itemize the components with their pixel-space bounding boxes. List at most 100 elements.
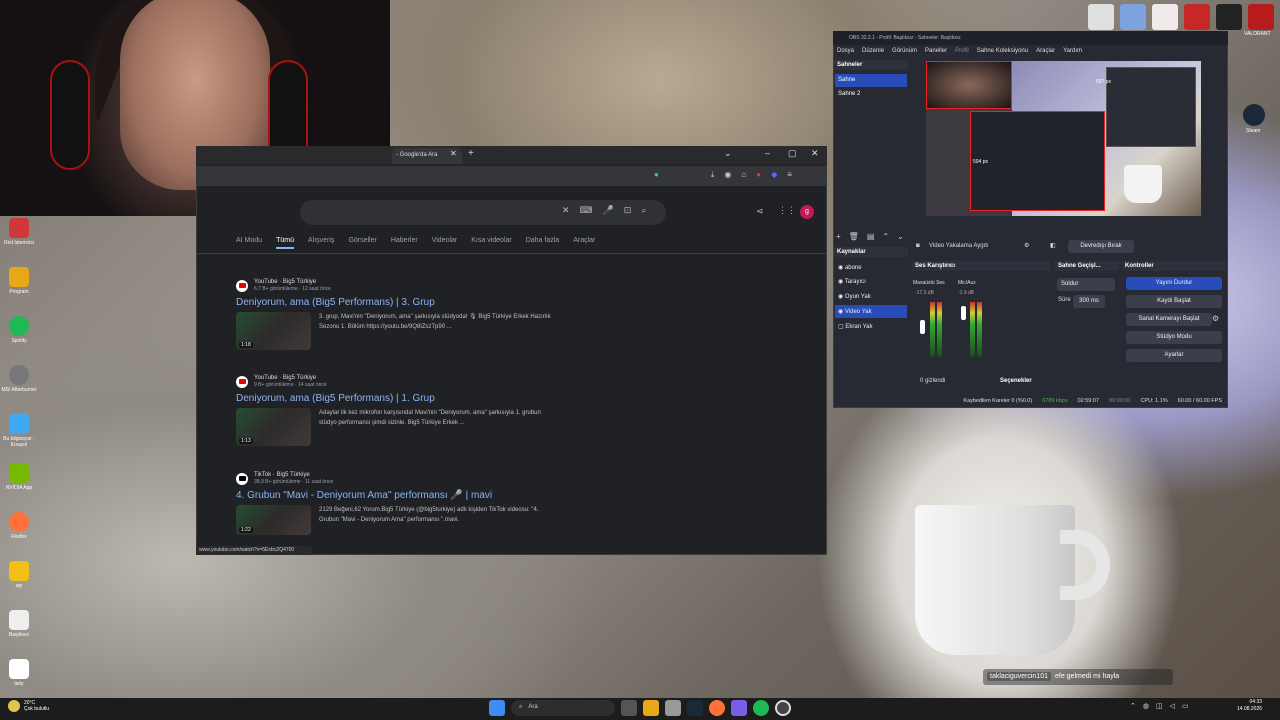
extension-blue-icon[interactable]: ◆ — [771, 170, 777, 180]
lens-icon[interactable]: ⊡ — [624, 205, 632, 216]
game-shortcut-icon[interactable] — [1216, 4, 1242, 30]
anime-app-icon[interactable] — [1152, 4, 1178, 30]
options-dropdown[interactable]: Seçenekler — [1000, 378, 1032, 384]
valorant-icon[interactable]: VALORANT — [1244, 4, 1274, 37]
tab-more[interactable]: Daha fazla — [526, 237, 559, 249]
desktop-icon-this-pc[interactable]: Bu bilgisayar - Kısayol — [0, 412, 38, 461]
transition-select[interactable]: Soldur — [1057, 278, 1115, 291]
extension-icon[interactable]: ● — [654, 170, 659, 180]
tab-videos[interactable]: Videolar — [432, 237, 458, 249]
result-title-link[interactable]: 4. Grubun "Mavi - Deniyorum Ama" perform… — [236, 490, 596, 501]
remove-scene-icon[interactable]: 🗑 — [849, 232, 859, 241]
settings-button[interactable]: Ayarlar — [1126, 349, 1222, 362]
video-thumbnail[interactable]: 1:22 — [236, 505, 311, 535]
keyboard-icon[interactable]: ⌨ — [580, 205, 593, 216]
scene-item[interactable]: Sahne — [835, 74, 907, 87]
tab-images[interactable]: Görseller — [348, 237, 376, 249]
firefox-taskbar-icon[interactable] — [709, 700, 725, 716]
volume-slider[interactable] — [961, 306, 966, 320]
clear-icon[interactable]: ✕ — [562, 205, 570, 216]
desktop-icon-firefox[interactable]: Firefox — [0, 510, 38, 559]
result-title-link[interactable]: Deniyorum, ama (Big5 Performans) | 1. Gr… — [236, 393, 596, 404]
desktop-icon-spotify[interactable]: Spotify — [0, 314, 38, 363]
stop-stream-button[interactable]: Yayını Durdur — [1126, 277, 1222, 290]
tab-ai-mode[interactable]: AI Modu — [236, 237, 262, 249]
search-icon[interactable]: ⌕ — [641, 205, 646, 216]
tab-all[interactable]: Tümü — [276, 237, 294, 249]
add-scene-icon[interactable]: + — [836, 232, 841, 241]
video-thumbnail[interactable]: 1:13 — [236, 408, 311, 446]
desktop-icon-msi[interactable]: MSI Afterburner — [0, 363, 38, 412]
share-icon[interactable]: ⋖ — [756, 206, 764, 217]
obs-taskbar-icon[interactable] — [775, 700, 791, 716]
volume-slider[interactable] — [920, 320, 925, 334]
menu-icon[interactable]: ≡ — [787, 170, 792, 180]
filters-icon[interactable]: ◧ — [1050, 242, 1056, 249]
scene-item[interactable]: Sahne 2 — [835, 88, 907, 101]
tab-close-icon[interactable]: ✕ — [450, 149, 458, 161]
file-explorer-icon[interactable] — [643, 700, 659, 716]
deactivate-button[interactable]: Devredışı Bırak — [1068, 240, 1134, 253]
menu-view[interactable]: Görünüm — [892, 48, 917, 56]
tab-tools[interactable]: Araçlar — [573, 237, 595, 249]
taskbar-clock[interactable]: 04:33 14.08.2026 — [1237, 699, 1262, 713]
source-item[interactable]: ▢ Ekran Yak — [835, 320, 907, 333]
ccleaner-icon[interactable] — [1184, 4, 1210, 30]
source-item[interactable]: ◉ abone — [835, 261, 907, 274]
up-icon[interactable]: ⌃ — [882, 232, 889, 241]
steam-icon[interactable] — [1243, 104, 1265, 126]
taskbar-search[interactable]: ⌕ Ara — [511, 700, 615, 716]
task-view-icon[interactable] — [621, 700, 637, 716]
obs-preview[interactable]: 697 px 504 px — [926, 61, 1201, 216]
profile-avatar[interactable]: g — [800, 205, 814, 219]
desktop-icon-untitled[interactable]: Başlıksız — [0, 608, 38, 657]
start-icon[interactable] — [489, 700, 505, 716]
notepad-icon[interactable] — [665, 700, 681, 716]
network-icon[interactable]: ◫ — [1156, 702, 1163, 710]
maximize-icon[interactable]: ▢ — [788, 148, 797, 159]
skull-app-icon[interactable] — [1088, 4, 1114, 30]
result-title-link[interactable]: Deniyorum, ama (Big5 Performans) | 3. Gr… — [236, 297, 596, 308]
minimize-icon[interactable]: – — [765, 148, 770, 158]
desktop-icon-wp[interactable]: wp — [0, 559, 38, 608]
weather-widget[interactable]: 20°C Çok bulutlu — [8, 700, 49, 712]
apps-grid-icon[interactable]: ⋮⋮ — [778, 205, 796, 216]
menu-tools[interactable]: Araçlar — [1036, 48, 1055, 56]
menu-scene-collection[interactable]: Sahne Koleksiyonu — [977, 48, 1028, 56]
puzzle-icon[interactable]: ⌂ — [741, 170, 746, 180]
record-icon[interactable]: ● — [756, 170, 761, 180]
source-item[interactable]: ◉ Video Yak — [835, 305, 907, 318]
new-tab-icon[interactable]: + — [468, 148, 478, 162]
desktop-icon-nvidia[interactable]: NVIDIA App — [0, 461, 38, 510]
mic-icon[interactable]: 🎤 — [603, 205, 614, 216]
down-icon[interactable]: ⌄ — [897, 232, 904, 241]
menu-file[interactable]: Dosya — [837, 48, 854, 56]
battery-icon[interactable]: ▭ — [1182, 702, 1189, 710]
steam-taskbar-icon[interactable] — [687, 700, 703, 716]
properties-gear-icon[interactable]: ⚙ — [1024, 242, 1029, 249]
start-virtual-camera-button[interactable]: Sanal Kamerayı Başlat — [1126, 313, 1212, 326]
filter-icon[interactable]: ▤ — [867, 232, 875, 241]
start-recording-button[interactable]: Kaydı Başlat — [1126, 295, 1222, 308]
menu-profile[interactable]: Profil — [955, 48, 969, 56]
download-icon[interactable]: ⤓ — [711, 170, 715, 180]
desktop-icon-program[interactable]: Program — [0, 265, 38, 314]
discord-taskbar-icon[interactable] — [731, 700, 747, 716]
account-icon[interactable]: ◉ — [724, 170, 731, 180]
desktop-icon-riot[interactable]: Riot Istemcisi — [0, 216, 38, 265]
duration-input[interactable]: 300 ms — [1073, 295, 1105, 308]
menu-edit[interactable]: Düzenle — [862, 48, 884, 56]
volume-icon[interactable]: ◁ — [1170, 702, 1175, 710]
tab-search-icon[interactable]: ⌄ — [724, 148, 732, 159]
tab-news[interactable]: Haberler — [391, 237, 418, 249]
source-item[interactable]: ◉ Tarayıcı — [835, 275, 907, 288]
tab-shopping[interactable]: Alışveriş — [308, 237, 334, 249]
tray-overflow-icon[interactable]: ⌃ — [1130, 702, 1136, 710]
tab-short-videos[interactable]: Kısa videolar — [471, 237, 511, 249]
virtual-camera-gear-icon[interactable]: ⚙ — [1212, 314, 1219, 323]
studio-mode-button[interactable]: Stüdyo Modu — [1126, 331, 1222, 344]
spotify-taskbar-icon[interactable] — [753, 700, 769, 716]
source-item[interactable]: ◉ Oyun Yak — [835, 290, 907, 303]
menu-help[interactable]: Yardım — [1063, 48, 1082, 56]
tray-app-icon[interactable]: ◍ — [1143, 702, 1149, 710]
